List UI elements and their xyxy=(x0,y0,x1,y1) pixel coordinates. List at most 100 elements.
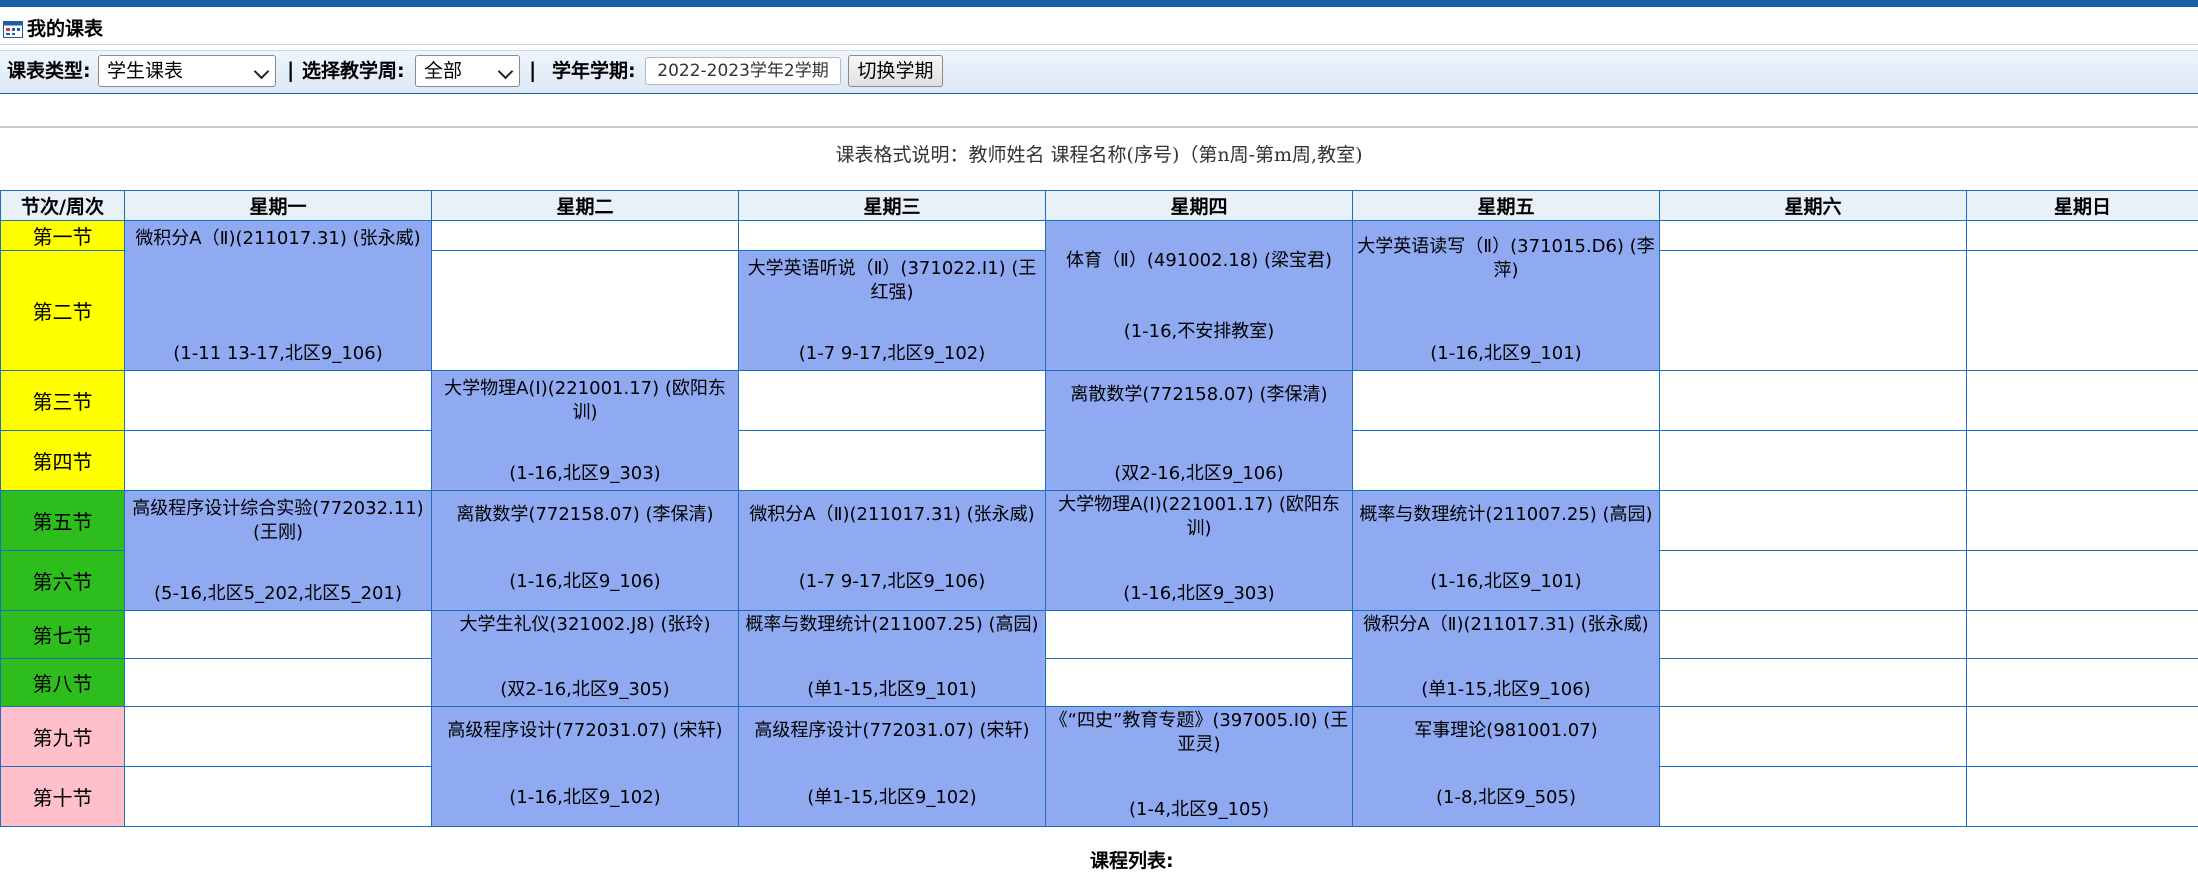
course-schedule: (1-11 13-17,北区9_106) xyxy=(125,342,431,366)
chevron-down-icon xyxy=(498,64,514,80)
chevron-down-icon xyxy=(254,64,270,80)
course-name: 高级程序设计(772031.07) (宋轩) xyxy=(432,707,738,743)
course-schedule: (1-7 9-17,北区9_106) xyxy=(739,570,1045,594)
course-schedule: (单1-15,北区9_102) xyxy=(739,786,1045,810)
course-cell[interactable]: 离散数学(772158.07) (李保清) (1-16,北区9_106) xyxy=(432,491,739,611)
separator: | xyxy=(529,59,536,81)
course-name: 大学生礼仪(321002.J8) (张玲) xyxy=(432,611,738,637)
empty-cell xyxy=(1660,371,1967,431)
course-cell[interactable]: 概率与数理统计(211007.25) (高园) (1-16,北区9_101) xyxy=(1353,491,1660,611)
empty-cell xyxy=(1967,221,2198,251)
empty-cell xyxy=(1967,707,2198,767)
course-schedule: (1-16,北区9_101) xyxy=(1353,570,1659,594)
schedule-type-value: 学生课表 xyxy=(107,60,183,82)
course-schedule: (双2-16,北区9_106) xyxy=(1046,462,1352,486)
period-label: 第九节 xyxy=(1,707,125,767)
course-cell[interactable]: 高级程序设计(772031.07) (宋轩) (单1-15,北区9_102) xyxy=(739,707,1046,827)
empty-cell xyxy=(125,371,432,431)
day-header: 星期四 xyxy=(1046,191,1353,221)
course-name: 高级程序设计综合实验(772032.11) (王刚) xyxy=(125,491,431,545)
course-name: 体育（Ⅱ）(491002.18) (梁宝君) xyxy=(1046,221,1352,273)
course-name: 大学物理A(I)(221001.17) (欧阳东训) xyxy=(1046,491,1352,541)
course-name: 《“四史”教育专题》(397005.I0) (王亚灵) xyxy=(1046,707,1352,757)
calendar-icon xyxy=(3,21,23,38)
course-cell[interactable]: 离散数学(772158.07) (李保清) (双2-16,北区9_106) xyxy=(1046,371,1353,491)
course-list-heading: 课程列表: xyxy=(1090,850,1174,872)
course-cell[interactable]: 体育（Ⅱ）(491002.18) (梁宝君) (1-16,不安排教室) xyxy=(1046,221,1353,371)
course-schedule: (5-16,北区5_202,北区5_201) xyxy=(125,582,431,606)
top-accent-bar xyxy=(0,0,2198,7)
teaching-week-select[interactable]: 全部 xyxy=(415,55,520,87)
course-cell[interactable]: 大学物理A(I)(221001.17) (欧阳东训) (1-16,北区9_303… xyxy=(1046,491,1353,611)
course-schedule: (1-16,不安排教室) xyxy=(1046,320,1352,344)
empty-cell xyxy=(1967,611,2198,659)
schedule-type-select[interactable]: 学生课表 xyxy=(98,55,276,87)
day-header: 星期一 xyxy=(125,191,432,221)
course-cell[interactable]: 微积分A（Ⅱ)(211017.31) (张永威) (1-7 9-17,北区9_1… xyxy=(739,491,1046,611)
period-label: 第八节 xyxy=(1,659,125,707)
empty-cell xyxy=(1660,221,1967,251)
course-cell[interactable]: 大学英语听说（Ⅱ）(371022.I1) (王红强) (1-7 9-17,北区9… xyxy=(739,251,1046,371)
period-label: 第十节 xyxy=(1,767,125,827)
empty-cell xyxy=(739,371,1046,431)
course-name: 军事理论(981001.07) xyxy=(1353,707,1659,743)
course-schedule: (单1-15,北区9_101) xyxy=(739,678,1045,702)
course-cell[interactable]: 微积分A（Ⅱ)(211017.31) (张永威) (1-11 13-17,北区9… xyxy=(125,221,432,371)
empty-cell xyxy=(1660,611,1967,659)
empty-cell xyxy=(1967,371,2198,431)
empty-cell xyxy=(1660,551,1967,611)
empty-cell xyxy=(1046,611,1353,659)
empty-cell xyxy=(1660,707,1967,767)
empty-cell xyxy=(1660,767,1967,827)
course-name: 微积分A（Ⅱ)(211017.31) (张永威) xyxy=(739,491,1045,527)
empty-cell xyxy=(125,431,432,491)
divider xyxy=(0,126,2198,128)
empty-cell xyxy=(1353,371,1660,431)
course-schedule: (1-16,北区9_101) xyxy=(1353,342,1659,366)
filter-toolbar: 课表类型: 学生课表 | 选择教学周: 全部 | 学年学期: 2022-2023… xyxy=(0,50,2198,94)
course-cell[interactable]: 《“四史”教育专题》(397005.I0) (王亚灵) (1-4,北区9_105… xyxy=(1046,707,1353,827)
course-cell[interactable]: 概率与数理统计(211007.25) (高园) (单1-15,北区9_101) xyxy=(739,611,1046,707)
empty-cell xyxy=(1660,659,1967,707)
course-name: 离散数学(772158.07) (李保清) xyxy=(432,491,738,527)
course-name: 概率与数理统计(211007.25) (高园) xyxy=(739,611,1045,637)
empty-cell xyxy=(125,767,432,827)
page-title: 我的课表 xyxy=(27,18,103,40)
course-cell[interactable]: 微积分A（Ⅱ)(211017.31) (张永威) (单1-15,北区9_106) xyxy=(1353,611,1660,707)
period-label: 第二节 xyxy=(1,251,125,371)
course-cell[interactable]: 大学生礼仪(321002.J8) (张玲) (双2-16,北区9_305) xyxy=(432,611,739,707)
empty-cell xyxy=(1660,251,1967,371)
period-label: 第三节 xyxy=(1,371,125,431)
empty-cell xyxy=(432,251,739,371)
period-label: 第四节 xyxy=(1,431,125,491)
course-schedule: (1-4,北区9_105) xyxy=(1046,798,1352,822)
course-schedule: (单1-15,北区9_106) xyxy=(1353,678,1659,702)
course-cell[interactable]: 大学物理A(I)(221001.17) (欧阳东训) (1-16,北区9_303… xyxy=(432,371,739,491)
course-cell[interactable]: 军事理论(981001.07) (1-8,北区9_505) xyxy=(1353,707,1660,827)
format-note: 课表格式说明：教师姓名 课程名称(序号)（第n周-第m周,教室) xyxy=(0,142,2198,168)
course-schedule: (1-7 9-17,北区9_102) xyxy=(739,342,1045,366)
course-cell[interactable]: 高级程序设计综合实验(772032.11) (王刚) (5-16,北区5_202… xyxy=(125,491,432,611)
empty-cell xyxy=(1967,491,2198,551)
empty-cell xyxy=(1967,767,2198,827)
course-schedule: (1-16,北区9_106) xyxy=(432,570,738,594)
term-field[interactable]: 2022-2023学年2学期 xyxy=(645,57,841,85)
period-label: 第六节 xyxy=(1,551,125,611)
period-label: 第五节 xyxy=(1,491,125,551)
empty-cell xyxy=(1660,491,1967,551)
empty-cell xyxy=(1353,431,1660,491)
teaching-week-label: 选择教学周: xyxy=(302,60,405,82)
course-cell[interactable]: 高级程序设计(772031.07) (宋轩) (1-16,北区9_102) xyxy=(432,707,739,827)
period-label: 第七节 xyxy=(1,611,125,659)
switch-term-button[interactable]: 切换学期 xyxy=(848,55,943,87)
course-name: 微积分A（Ⅱ)(211017.31) (张永威) xyxy=(1353,611,1659,637)
course-name: 离散数学(772158.07) (李保清) xyxy=(1046,371,1352,407)
empty-cell xyxy=(125,659,432,707)
course-schedule: (1-16,北区9_303) xyxy=(1046,582,1352,606)
schedule-table: 节次/周次 星期一 星期二 星期三 星期四 星期五 星期六 星期日 第一节 微积… xyxy=(0,190,2198,827)
empty-cell xyxy=(1660,431,1967,491)
course-schedule: (双2-16,北区9_305) xyxy=(432,678,738,702)
empty-cell xyxy=(1967,659,2198,707)
title-bar: 我的课表 xyxy=(0,14,2198,45)
course-cell[interactable]: 大学英语读写（Ⅱ）(371015.D6) (李萍) (1-16,北区9_101) xyxy=(1353,221,1660,371)
